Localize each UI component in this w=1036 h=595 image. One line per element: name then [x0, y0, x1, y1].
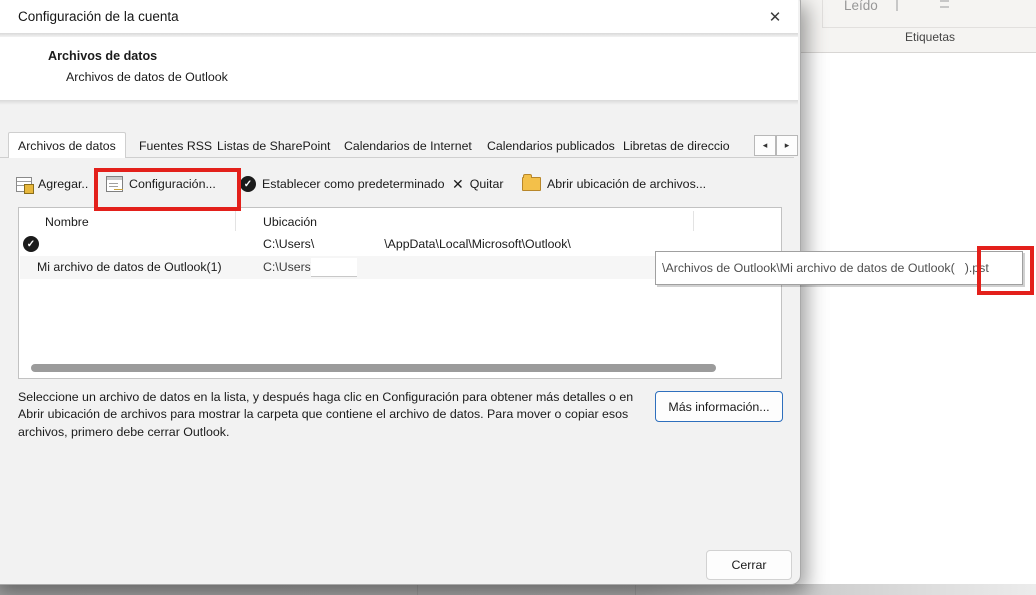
tab-archivos-de-datos[interactable]: Archivos de datos	[8, 132, 126, 158]
data-files-list: Nombre Ubicación ✓ C:\Users\ \AppData\Loc…	[18, 207, 782, 379]
tab-calendarios-publicados[interactable]: Calendarios publicados	[479, 136, 623, 156]
bottom-edge-band	[0, 584, 1036, 595]
horizontal-scrollbar[interactable]	[31, 364, 716, 372]
tab-libretas-de-direcciones[interactable]: Libretas de direccio	[615, 136, 761, 156]
folder-icon	[522, 177, 541, 191]
close-icon: ✕	[769, 8, 782, 26]
screen: Leído Etiquetas Configuración de la cuen…	[0, 0, 1036, 595]
check-circle-icon: ✓	[240, 176, 256, 192]
ribbon-fragment	[896, 0, 898, 11]
tooltip-path-end: ).pst	[965, 261, 989, 275]
close-dialog-button[interactable]: Cerrar	[706, 550, 792, 580]
header-subtitle: Archivos de datos de Outlook	[66, 70, 228, 84]
chevron-right-icon: ▸	[785, 140, 790, 151]
tab-listas-de-sharepoint[interactable]: Listas de SharePoint	[209, 136, 338, 156]
band-seam	[635, 585, 636, 595]
settings-button[interactable]: Configuración...	[106, 172, 216, 196]
settings-button-label: Configuración...	[129, 177, 216, 191]
path-tooltip: \Archivos de Outlook\Mi archivo de datos…	[655, 251, 1023, 285]
settings-icon	[106, 176, 123, 192]
tab-calendarios-de-internet[interactable]: Calendarios de Internet	[336, 136, 480, 156]
path-suffix: \AppData\Local\Microsoft\Outlook\	[384, 237, 571, 251]
ribbon-fragment	[940, 0, 949, 2]
dialog-close-button[interactable]: ✕	[762, 5, 788, 29]
tab-label: Libretas de direccio	[623, 139, 730, 153]
ribbon-group-divider	[822, 0, 823, 28]
remove-button-label: Quitar	[470, 177, 504, 191]
row1-location: C:\Users\ \AppData\Local\Microsoft\Outloo…	[263, 237, 571, 251]
path-prefix: C:\Users\	[263, 237, 314, 251]
header-title: Archivos de datos	[48, 49, 157, 63]
tab-fuentes-rss[interactable]: Fuentes RSS	[131, 136, 220, 156]
background-ribbon: Leído Etiquetas	[800, 0, 1036, 53]
tab-label: Listas de SharePoint	[217, 139, 330, 153]
description-text: Seleccione un archivo de datos en la lis…	[18, 389, 648, 441]
open-file-location-label: Abrir ubicación de archivos...	[547, 177, 706, 191]
column-divider	[235, 211, 236, 231]
set-default-label: Establecer como predeterminado	[262, 177, 445, 191]
close-dialog-label: Cerrar	[731, 558, 766, 572]
row2-location: C:\Users\	[263, 260, 314, 274]
tab-label: Archivos de datos	[18, 139, 116, 153]
add-button[interactable]: Agregar..	[16, 172, 88, 196]
dialog-title: Configuración de la cuenta	[18, 9, 179, 24]
open-file-location-button[interactable]: Abrir ubicación de archivos...	[522, 172, 706, 196]
set-default-button[interactable]: ✓ Establecer como predeterminado	[240, 172, 445, 196]
chevron-left-icon: ◂	[763, 140, 768, 151]
tab-label: Calendarios de Internet	[344, 139, 472, 153]
remove-button[interactable]: ✕ Quitar	[452, 172, 503, 196]
header-shadow	[0, 100, 798, 105]
row2-name: Mi archivo de datos de Outlook(1)	[37, 260, 222, 274]
tab-scroll-right-button[interactable]: ▸	[776, 135, 798, 156]
column-divider	[693, 211, 694, 231]
column-header-nombre[interactable]: Nombre	[45, 215, 89, 229]
dialog-header	[0, 37, 798, 100]
ribbon-divider	[822, 27, 1036, 28]
add-data-file-icon	[16, 177, 32, 192]
ribbon-group-label-etiquetas: Etiquetas	[905, 30, 955, 44]
redacted-path	[311, 258, 357, 277]
column-header-ubicacion[interactable]: Ubicación	[263, 215, 317, 229]
more-info-label: Más información...	[668, 400, 769, 414]
add-button-label: Agregar..	[38, 177, 88, 191]
remove-x-icon: ✕	[452, 176, 464, 193]
tab-label: Calendarios publicados	[487, 139, 615, 153]
band-seam	[417, 585, 418, 595]
default-check-icon: ✓	[23, 236, 39, 252]
tab-label: Fuentes RSS	[139, 139, 212, 153]
tab-scroll-left-button[interactable]: ◂	[754, 135, 776, 156]
more-info-button[interactable]: Más información...	[655, 391, 783, 422]
tooltip-path-start: \Archivos de Outlook\Mi archivo de datos…	[662, 261, 955, 275]
ribbon-read-button[interactable]: Leído	[844, 0, 878, 13]
